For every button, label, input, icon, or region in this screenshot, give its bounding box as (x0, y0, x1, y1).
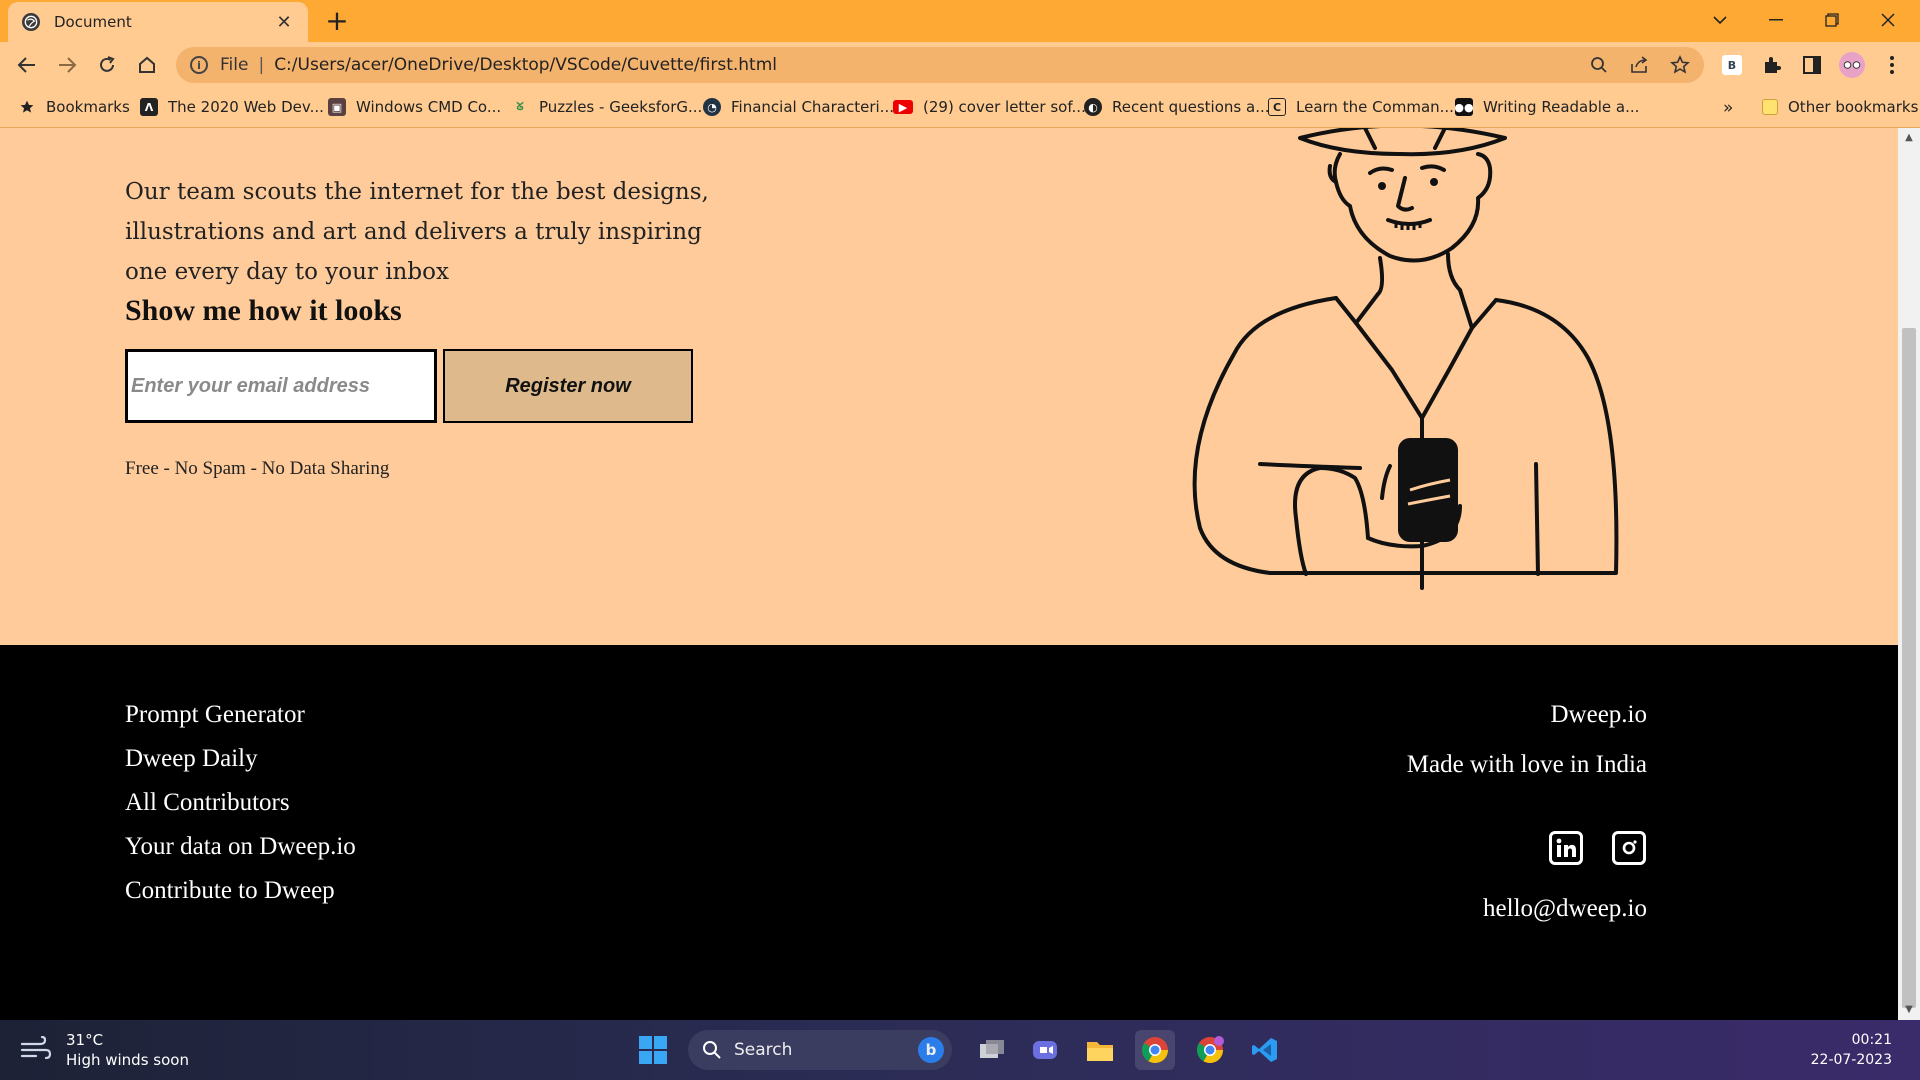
hero-heading: Show me how it looks (125, 294, 402, 327)
tab-title: Document (54, 13, 132, 31)
bookmark-item[interactable]: ◐ Recent questions a... (1084, 98, 1270, 116)
footer-email-link[interactable]: hello@dweep.io (1483, 895, 1647, 923)
folder-icon (1762, 99, 1778, 115)
profile-avatar[interactable] (1838, 51, 1866, 79)
site-icon: ◔ (703, 98, 721, 116)
address-scheme: File (220, 55, 249, 75)
close-window-icon[interactable] (1860, 0, 1916, 40)
bookmark-item[interactable]: ◔ Financial Characteri... (703, 98, 894, 116)
scrollbar-thumb[interactable] (1902, 328, 1916, 1008)
linkedin-icon[interactable] (1549, 831, 1583, 865)
task-view-icon[interactable] (972, 1030, 1012, 1070)
bookmark-item[interactable]: ▣ Windows CMD Co... (328, 98, 501, 116)
bookmark-item[interactable]: ▶ (29) cover letter sof... (893, 98, 1086, 116)
man-with-phone-illustration (1192, 128, 1619, 590)
bookmarks-bar: Bookmarks Λ The 2020 Web Dev... ▣ Window… (0, 88, 1920, 128)
address-separator: | (258, 55, 265, 75)
footer-link-contribute[interactable]: Contribute to Dweep (125, 877, 335, 905)
scroll-down-arrow-icon[interactable]: ▼ (1903, 1004, 1915, 1016)
globe-icon (22, 13, 40, 31)
star-icon (18, 98, 36, 116)
tab-close-icon[interactable]: ✕ (274, 12, 294, 33)
bing-icon[interactable]: b (918, 1037, 944, 1063)
hero-description: Our team scouts the internet for the bes… (125, 179, 709, 285)
privacy-note: Free - No Spam - No Data Sharing (125, 458, 390, 479)
windows-taskbar: 31°C High winds soon Search b 00:21 22-0… (0, 1020, 1920, 1080)
udemy-icon: Λ (140, 98, 158, 116)
other-bookmarks[interactable]: Other bookmarks (1762, 98, 1918, 116)
taskbar-search-label: Search (734, 1040, 793, 1060)
page-viewport: Our team scouts the internet for the bes… (0, 128, 1898, 1020)
youtube-icon: ▶ (893, 100, 913, 114)
scroll-up-arrow-icon[interactable]: ▲ (1903, 132, 1915, 144)
clock-time: 00:21 (1851, 1032, 1892, 1048)
bookmark-item[interactable]: Bookmarks (18, 98, 130, 116)
site-icon: ◐ (1084, 98, 1102, 116)
taskbar-search[interactable]: Search b (688, 1030, 952, 1070)
bookmarks-overflow-chevron[interactable]: » (1723, 98, 1733, 118)
chrome-profile-icon[interactable] (1190, 1030, 1230, 1070)
side-panel-icon[interactable] (1798, 51, 1826, 79)
windows-start-icon[interactable] (633, 1030, 673, 1070)
vertical-scrollbar[interactable]: ▲ ▼ (1898, 128, 1920, 1020)
footer-link-dweep-daily[interactable]: Dweep Daily (125, 745, 258, 773)
share-icon[interactable] (1630, 47, 1650, 83)
weather-forecast: High winds soon (66, 1051, 189, 1069)
menu-kebab-icon[interactable] (1878, 51, 1906, 79)
geeksforgeeks-icon: ᘜ (516, 100, 524, 113)
vscode-icon[interactable] (1245, 1030, 1285, 1070)
footer-tagline: Made with love in India (1406, 751, 1647, 778)
address-bar[interactable]: i File | C:/Users/acer/OneDrive/Desktop/… (176, 47, 1704, 83)
address-url: C:/Users/acer/OneDrive/Desktop/VSCode/Cu… (274, 55, 777, 75)
file-explorer-icon[interactable] (1080, 1030, 1120, 1070)
weather-widget[interactable]: 31°C High winds soon (20, 1030, 189, 1070)
search-icon (703, 1041, 721, 1059)
extensions-puzzle-icon[interactable] (1758, 51, 1786, 79)
codecademy-icon: C (1268, 98, 1286, 116)
home-icon[interactable] (131, 49, 163, 81)
extension-b-icon[interactable]: B (1718, 51, 1746, 79)
teams-chat-icon[interactable] (1025, 1030, 1065, 1070)
zoom-search-icon[interactable] (1590, 47, 1608, 83)
restore-icon[interactable] (1804, 0, 1860, 40)
site-info-icon[interactable]: i (190, 56, 208, 74)
medium-icon: ●● (1454, 98, 1474, 116)
bookmark-star-icon[interactable] (1670, 47, 1690, 83)
email-input[interactable] (125, 349, 437, 423)
chrome-icon[interactable] (1135, 1030, 1175, 1070)
footer-brand: Dweep.io (1550, 701, 1648, 728)
bookmark-item[interactable]: ●● Writing Readable a... (1454, 98, 1639, 116)
tab-search-chevron-icon[interactable] (1692, 0, 1748, 40)
tab-document[interactable]: Document ✕ (8, 2, 308, 42)
browser-toolbar: i File | C:/Users/acer/OneDrive/Desktop/… (0, 42, 1920, 88)
bookmark-item[interactable]: Λ The 2020 Web Dev... (140, 98, 324, 116)
bookmark-item[interactable]: ᘜ Puzzles - GeeksforG... (511, 98, 702, 116)
wind-icon (20, 1035, 52, 1064)
reload-icon[interactable] (91, 49, 123, 81)
weather-temperature: 31°C (66, 1031, 104, 1049)
clock-date: 22-07-2023 (1810, 1052, 1892, 1068)
system-clock[interactable]: 00:21 22-07-2023 (1811, 1030, 1892, 1070)
footer-link-prompt-generator[interactable]: Prompt Generator (125, 701, 305, 729)
instagram-icon[interactable] (1612, 831, 1646, 865)
cmd-icon: ▣ (328, 98, 346, 116)
register-button[interactable]: Register now (443, 349, 693, 423)
minimize-icon[interactable] (1748, 0, 1804, 40)
back-arrow-icon[interactable] (11, 49, 43, 81)
hero-section: Our team scouts the internet for the bes… (0, 128, 1898, 645)
footer-link-all-contributors[interactable]: All Contributors (125, 789, 290, 817)
site-footer: Prompt Generator Dweep Daily All Contrib… (0, 645, 1898, 1020)
new-tab-button[interactable]: + (322, 7, 352, 37)
footer-link-your-data[interactable]: Your data on Dweep.io (125, 833, 356, 861)
bookmark-item[interactable]: C Learn the Comman... (1268, 98, 1454, 116)
forward-arrow-icon[interactable] (51, 49, 83, 81)
tab-strip: Document ✕ + (0, 0, 1920, 42)
